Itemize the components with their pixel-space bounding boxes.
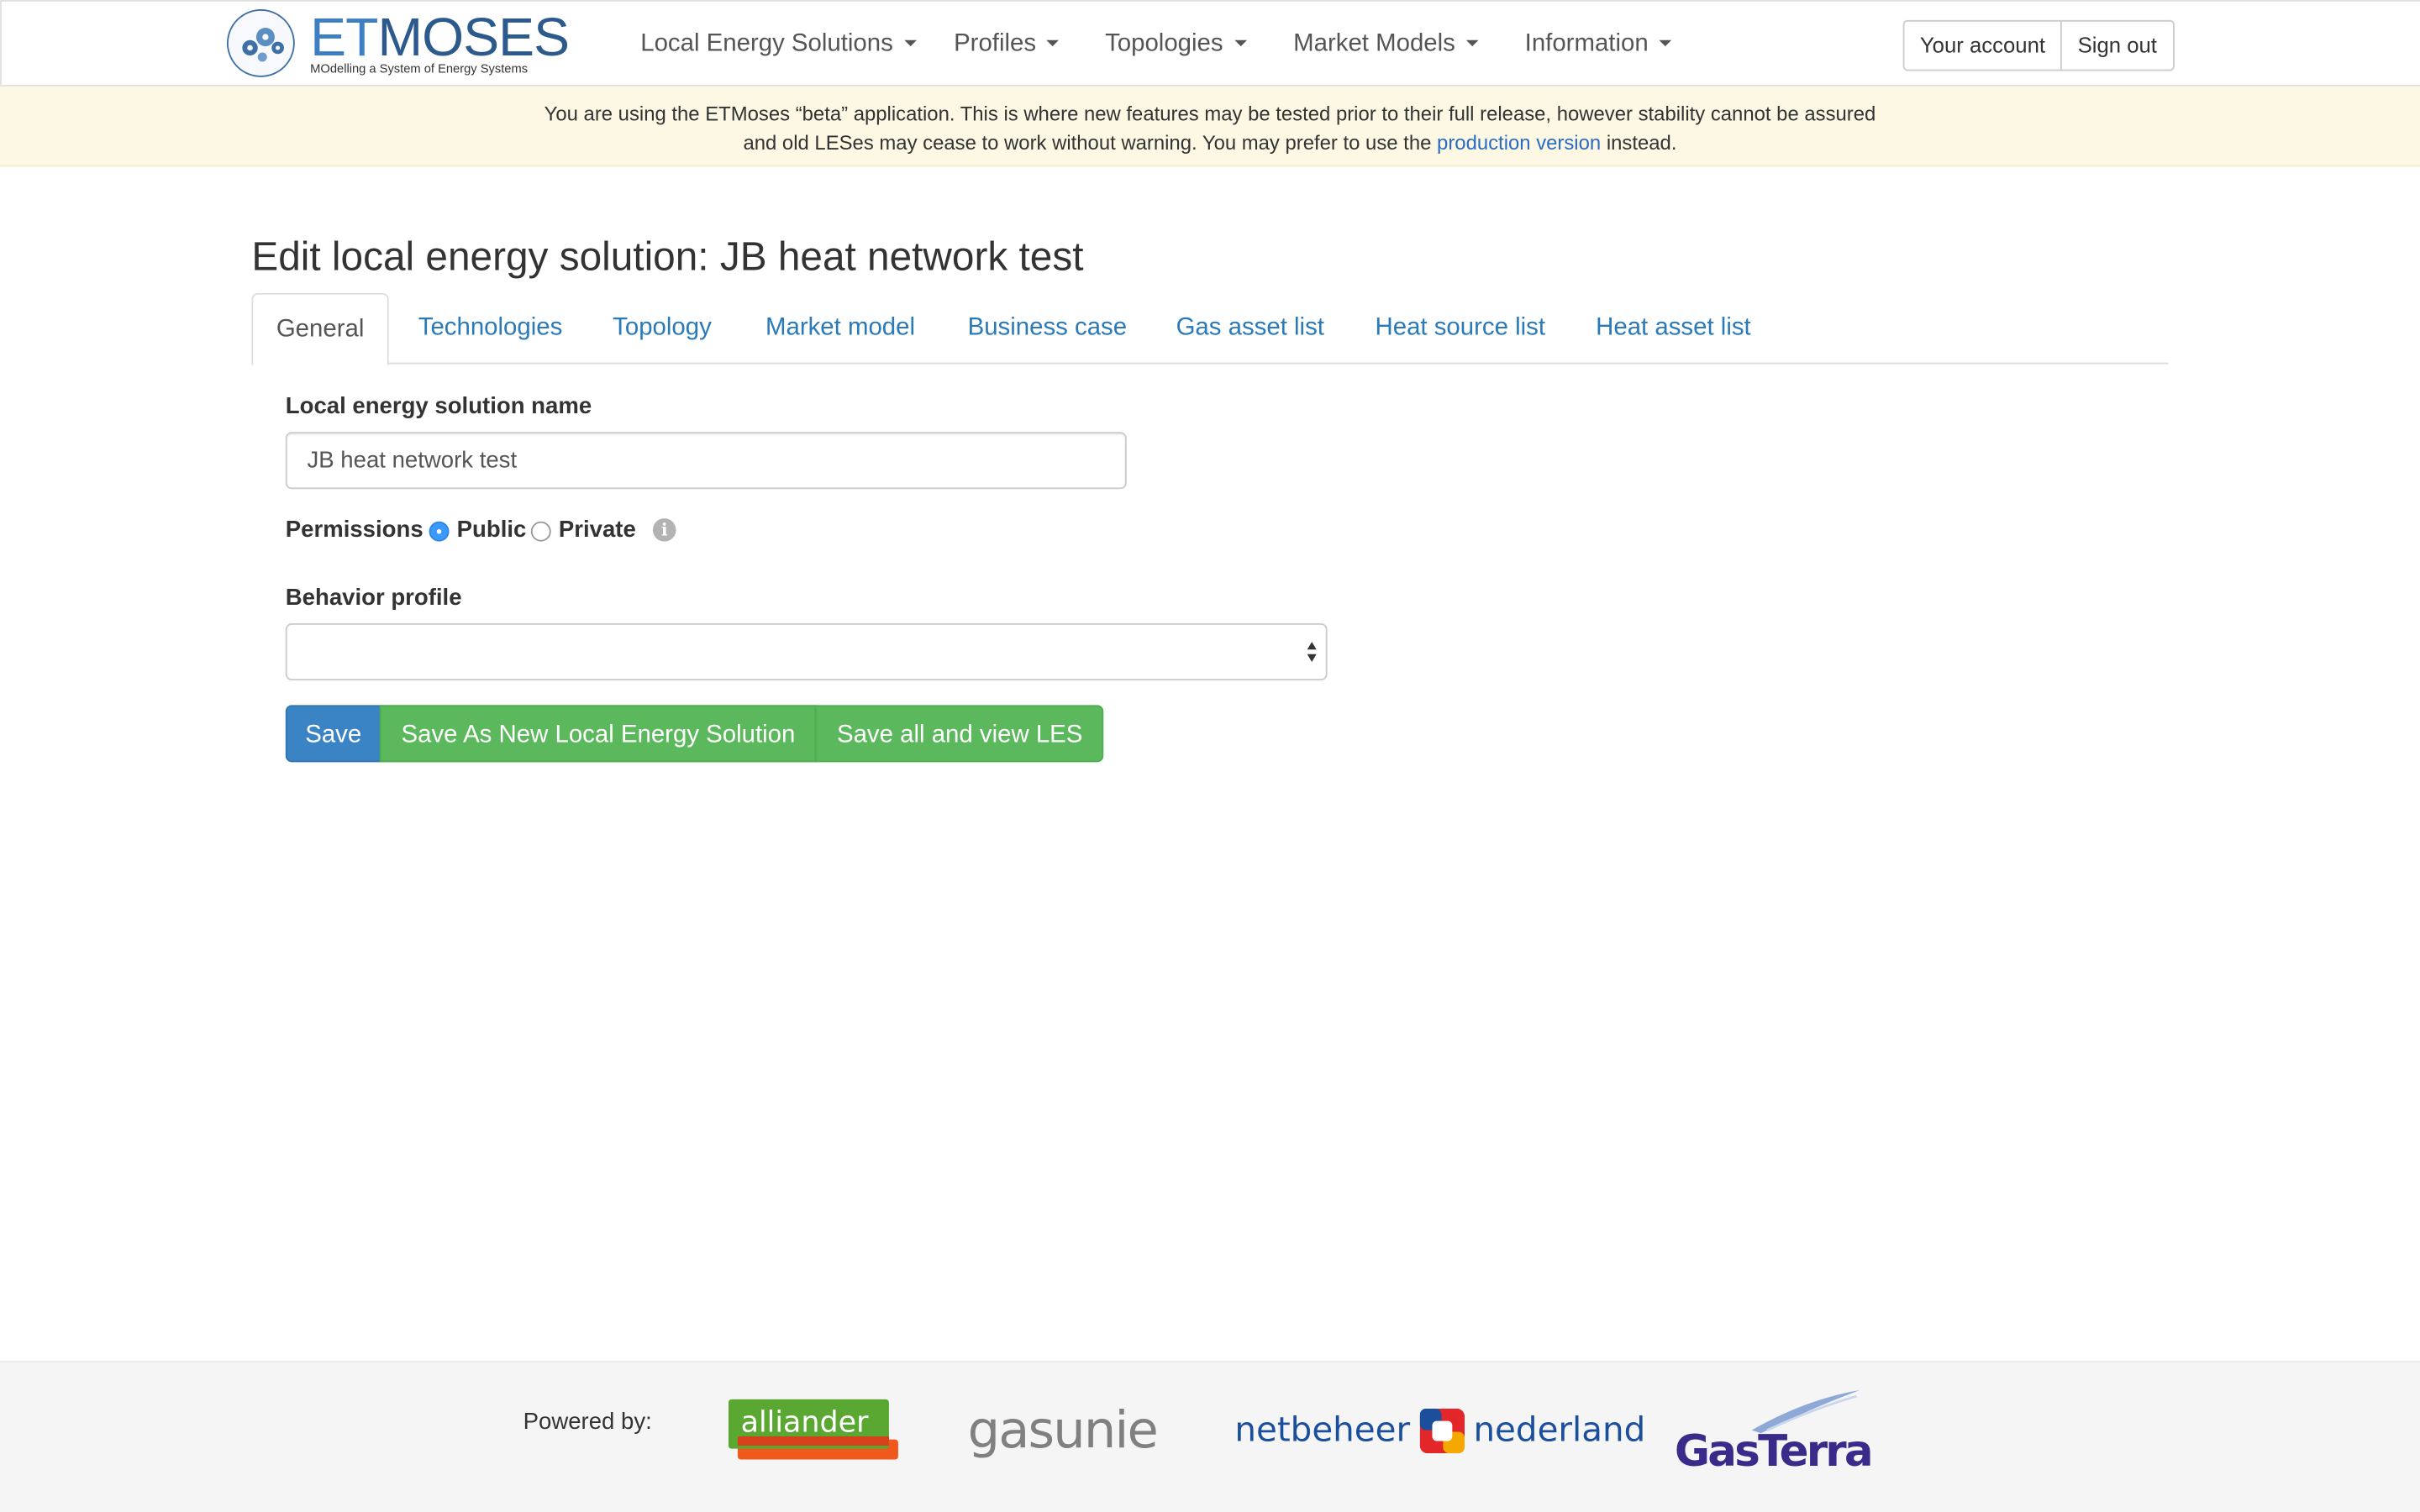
permission-public-radio[interactable] bbox=[429, 521, 450, 542]
brand-title-prefix: ET bbox=[310, 8, 378, 68]
your-account-button[interactable]: Your account bbox=[1902, 19, 2063, 71]
save-button[interactable]: Save bbox=[285, 705, 381, 763]
brand-title-suffix: MOSES bbox=[377, 8, 571, 68]
nav-local-energy-solutions[interactable]: Local Energy Solutions bbox=[640, 29, 917, 60]
caret-down-icon bbox=[1234, 39, 1247, 46]
nav-topologies[interactable]: Topologies bbox=[1105, 29, 1247, 60]
gears-icon bbox=[226, 9, 295, 77]
brand-title: ETMOSES bbox=[310, 8, 571, 68]
tab-topology[interactable]: Topology bbox=[613, 293, 712, 364]
caret-down-icon bbox=[1465, 39, 1479, 46]
netbeheer-nederland-logo[interactable]: netbeheer nederland bbox=[1234, 1405, 1645, 1457]
nav-market-models[interactable]: Market Models bbox=[1293, 29, 1479, 60]
caret-down-icon bbox=[1046, 39, 1060, 46]
permission-private-radio[interactable] bbox=[530, 521, 551, 542]
nav-label: Information bbox=[1524, 30, 1649, 57]
account-button-group: Your account Sign out bbox=[1902, 19, 2175, 71]
tab-gas-asset-list[interactable]: Gas asset list bbox=[1176, 293, 1324, 364]
page-title: Edit local energy solution: JB heat netw… bbox=[251, 233, 1084, 280]
save-as-new-button[interactable]: Save As New Local Energy Solution bbox=[379, 705, 818, 763]
caret-down-icon bbox=[903, 39, 917, 46]
gasterra-logo[interactable]: GasTerra bbox=[1675, 1389, 1874, 1489]
tab-heat-source-list[interactable]: Heat source list bbox=[1375, 293, 1545, 364]
tab-market-model[interactable]: Market model bbox=[765, 293, 915, 364]
footer: Powered by: alliander gasunie netbeheer n… bbox=[0, 1360, 2420, 1512]
nav-label: Topologies bbox=[1105, 30, 1223, 57]
select-arrows-icon bbox=[1307, 642, 1320, 664]
edit-tabs: General Technologies Topology Market mod… bbox=[251, 292, 2169, 366]
caret-down-icon bbox=[1659, 39, 1672, 46]
nav-information[interactable]: Information bbox=[1525, 29, 1672, 60]
sign-out-button[interactable]: Sign out bbox=[2060, 19, 2175, 71]
permissions-label: Permissions bbox=[285, 517, 424, 543]
nav-profiles[interactable]: Profiles bbox=[954, 29, 1060, 60]
behavior-profile-select[interactable] bbox=[285, 623, 1328, 680]
form-actions: Save Save As New Local Energy Solution S… bbox=[285, 705, 1105, 763]
save-all-and-view-button[interactable]: Save all and view LES bbox=[815, 705, 1105, 763]
nav-label: Local Energy Solutions bbox=[640, 30, 893, 57]
banner-text-after: instead. bbox=[1606, 131, 1677, 155]
info-icon[interactable]: i bbox=[652, 518, 676, 542]
brand-logo[interactable]: ETMOSES MOdelling a System of Energy Sys… bbox=[226, 8, 581, 80]
tab-technologies[interactable]: Technologies bbox=[418, 293, 563, 364]
gasunie-logo[interactable]: gasunie bbox=[968, 1402, 1159, 1458]
tab-heat-asset-list[interactable]: Heat asset list bbox=[1596, 293, 1751, 364]
permission-public-label[interactable]: Public bbox=[457, 517, 527, 544]
tab-general[interactable]: General bbox=[251, 292, 389, 366]
les-name-input[interactable] bbox=[285, 432, 1127, 490]
beta-warning-text: You are using the ETMoses “beta” applica… bbox=[524, 99, 1895, 158]
tab-business-case[interactable]: Business case bbox=[968, 293, 1127, 364]
name-label: Local energy solution name bbox=[285, 393, 592, 420]
beta-warning-banner: You are using the ETMoses “beta” applica… bbox=[0, 86, 2420, 167]
brand-subtitle: MOdelling a System of Energy Systems bbox=[310, 61, 529, 76]
alliander-logo[interactable]: alliander bbox=[728, 1396, 898, 1461]
top-navbar: ETMOSES MOdelling a System of Energy Sys… bbox=[0, 0, 2420, 87]
permission-private-label[interactable]: Private bbox=[559, 517, 636, 544]
svg-text:alliander: alliander bbox=[741, 1405, 870, 1439]
behavior-profile-label: Behavior profile bbox=[285, 585, 462, 612]
powered-by-label: Powered by: bbox=[523, 1408, 652, 1436]
nav-label: Market Models bbox=[1293, 30, 1455, 57]
production-version-link[interactable]: production version bbox=[1437, 131, 1601, 155]
nav-label: Profiles bbox=[954, 30, 1037, 57]
